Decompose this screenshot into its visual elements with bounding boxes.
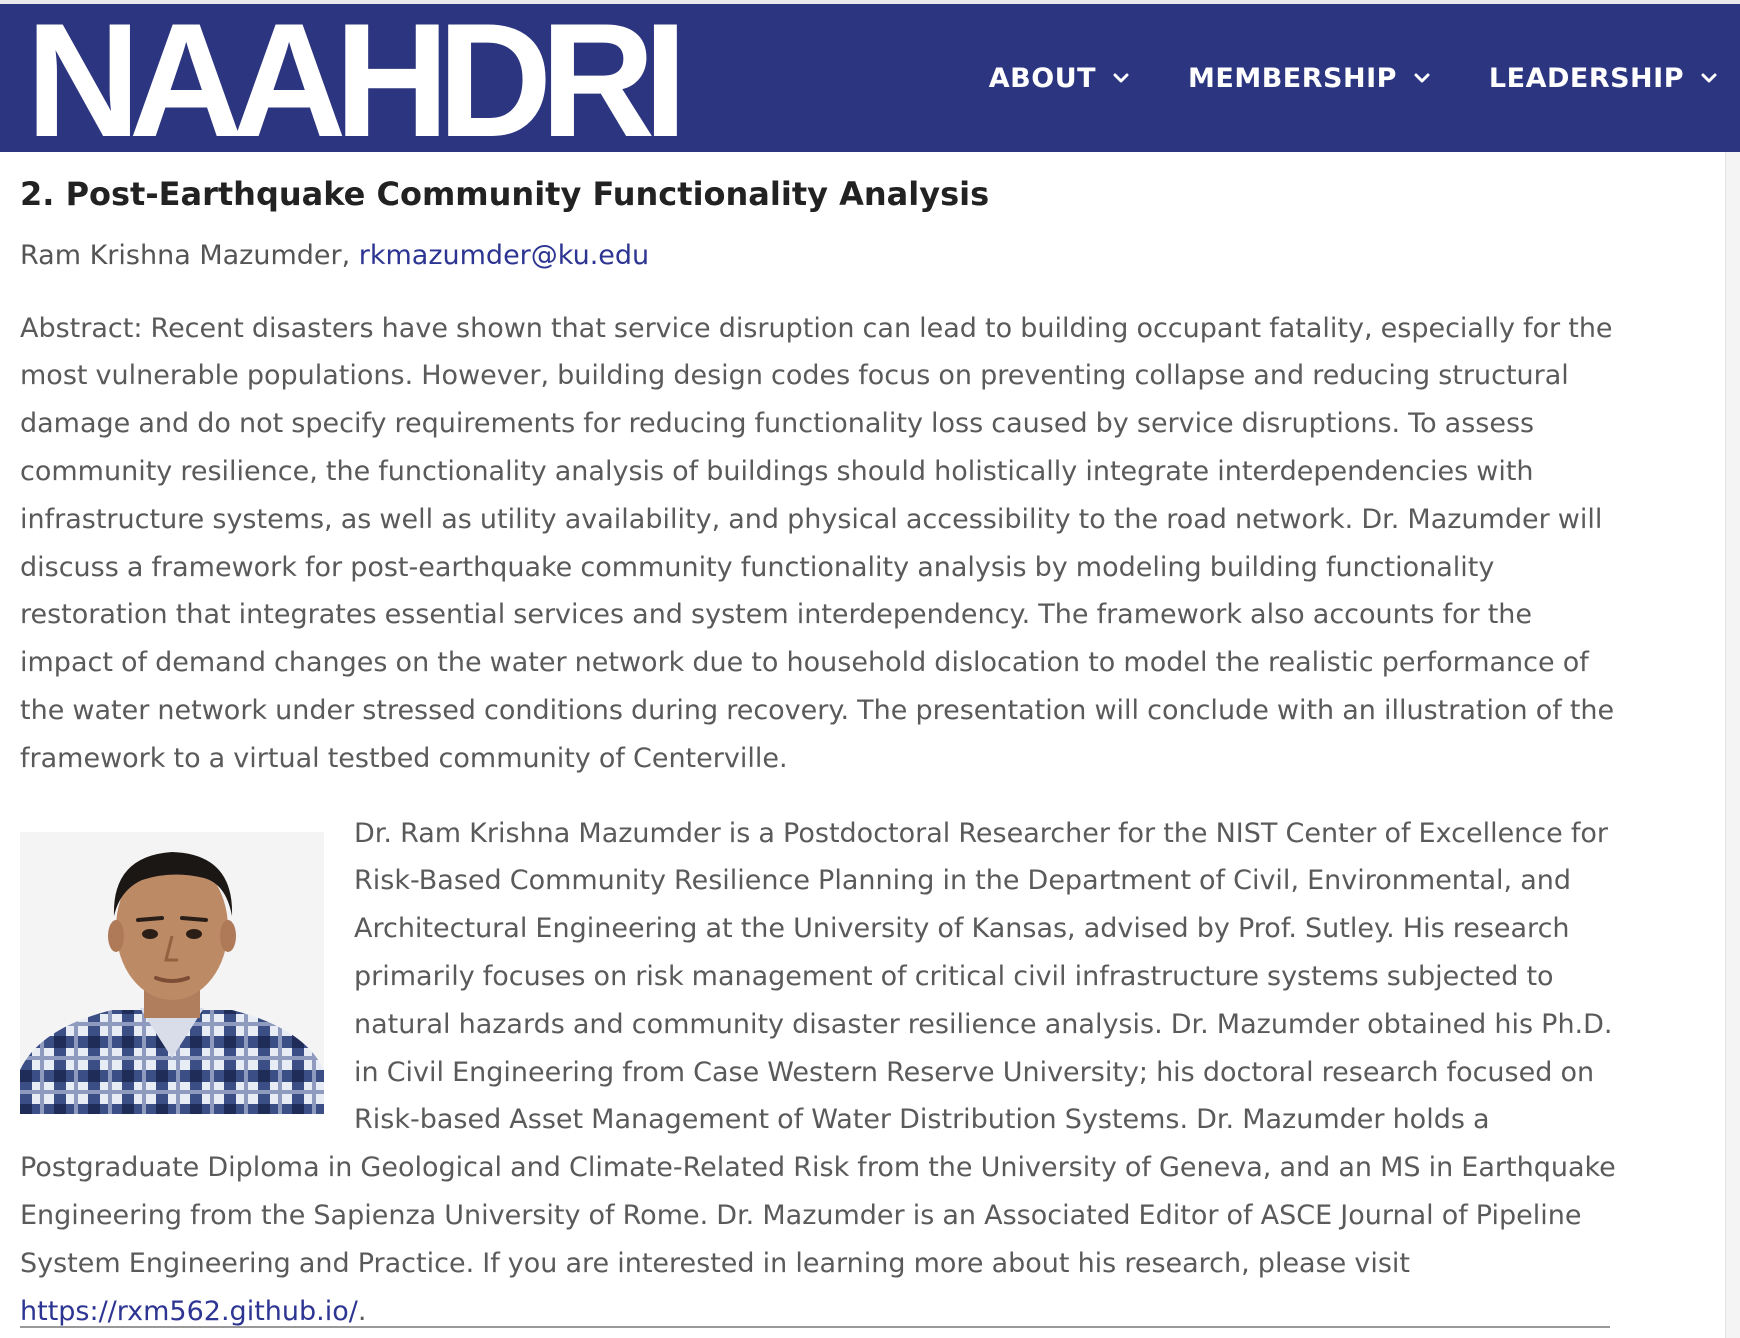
research-website-link[interactable]: https://rxm562.github.io/ <box>20 1296 358 1327</box>
section-divider <box>20 1326 1610 1328</box>
nav-about[interactable]: ABOUT <box>989 63 1132 94</box>
author-name: Ram Krishna Mazumder, <box>20 239 359 271</box>
main-content: 2. Post-Earthquake Community Functionali… <box>20 152 1620 1335</box>
nav-leadership[interactable]: LEADERSHIP <box>1489 63 1720 94</box>
author-line: Ram Krishna Mazumder, rkmazumder@ku.edu <box>20 238 1620 273</box>
nav-membership[interactable]: MEMBERSHIP <box>1188 63 1433 94</box>
nav-about-label: ABOUT <box>988 62 1097 94</box>
author-email-link[interactable]: rkmazumder@ku.edu <box>359 240 649 271</box>
talk-title: 2. Post-Earthquake Community Functionali… <box>20 175 990 213</box>
page-scrollbar[interactable] <box>1725 152 1740 1338</box>
site-header: NAAHDRI ABOUT MEMBERSHIP LEADERSHIP <box>0 0 1740 162</box>
bio-end: . <box>357 1295 367 1327</box>
logo-text: NAAHDRI <box>26 0 687 171</box>
bio-section: Dr. Ram Krishna Mazumder is a Postdoctor… <box>20 810 1620 1336</box>
site-logo[interactable]: NAAHDRI <box>26 0 687 162</box>
abstract-text: Abstract: Recent disasters have shown th… <box>20 312 1615 774</box>
speaker-photo <box>20 831 324 1114</box>
main-nav: ABOUT MEMBERSHIP LEADERSHIP <box>989 4 1720 152</box>
chevron-down-icon <box>1110 67 1132 89</box>
nav-leadership-label: LEADERSHIP <box>1488 62 1684 94</box>
nav-membership-label: MEMBERSHIP <box>1188 62 1397 94</box>
chevron-down-icon <box>1411 67 1433 89</box>
chevron-down-icon <box>1698 67 1720 89</box>
